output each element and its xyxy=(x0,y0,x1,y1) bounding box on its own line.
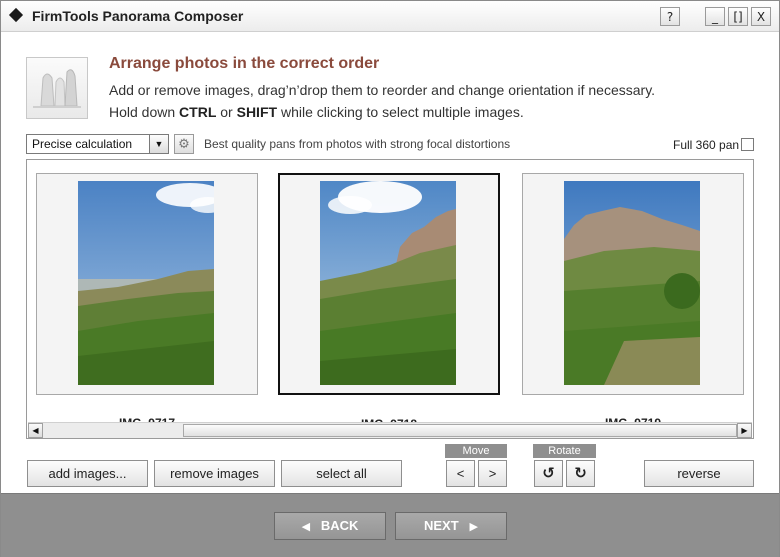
next-label: NEXT xyxy=(424,518,459,533)
photo-image-2[interactable] xyxy=(320,181,456,385)
next-arrow-icon: ▶ xyxy=(469,521,478,533)
instruction-mid: or xyxy=(216,104,237,120)
next-button[interactable]: NEXT ▶ xyxy=(395,512,507,540)
instruction-suffix: while clicking to select multiple images… xyxy=(277,104,524,120)
wizard-footer: ◀ BACK NEXT ▶ xyxy=(1,493,779,557)
add-images-button[interactable]: add images... xyxy=(27,460,148,487)
app-logo-icon xyxy=(8,7,24,23)
calculation-mode-select[interactable]: Precise calculation ▼ xyxy=(26,134,169,154)
close-button[interactable]: X xyxy=(751,7,771,26)
rotate-clockwise-icon: ↻ xyxy=(574,465,587,482)
scroll-right-arrow-icon[interactable]: ▶ xyxy=(737,423,752,438)
window-title: FirmTools Panorama Composer xyxy=(32,8,244,24)
move-right-button[interactable]: > xyxy=(478,460,507,487)
rotate-group-label: Rotate xyxy=(533,444,596,458)
dropdown-arrow-icon[interactable]: ▼ xyxy=(149,135,168,153)
scroll-left-arrow-icon[interactable]: ◀ xyxy=(28,423,43,438)
instruction-line-1: Add or remove images, drag’n’drop them t… xyxy=(109,82,656,98)
step-illustration-icon xyxy=(26,57,88,119)
title-bar[interactable]: FirmTools Panorama Composer ? _ [] X xyxy=(1,1,779,32)
full-360-checkbox[interactable] xyxy=(741,138,754,151)
select-all-button[interactable]: select all xyxy=(281,460,402,487)
full-360-label: Full 360 pan xyxy=(673,138,740,152)
page-title: Arrange photos in the correct order xyxy=(109,55,380,72)
back-arrow-icon: ◀ xyxy=(301,521,311,533)
photo-thumbnail-1[interactable]: IMG_9717 xyxy=(36,173,258,430)
photo-strip-scrollbar[interactable]: ◀ ▶ xyxy=(28,422,752,438)
scrollbar-thumb[interactable] xyxy=(183,424,737,437)
calculation-mode-description: Best quality pans from photos with stron… xyxy=(204,137,511,151)
back-button[interactable]: ◀ BACK xyxy=(274,512,386,540)
move-left-button[interactable]: < xyxy=(446,460,475,487)
ctrl-key-label: CTRL xyxy=(179,104,217,120)
remove-images-button[interactable]: remove images xyxy=(154,460,275,487)
app-window: FirmTools Panorama Composer ? _ [] X Arr… xyxy=(0,0,780,557)
gear-icon: ⚙ xyxy=(178,136,190,151)
photo-image-1[interactable] xyxy=(78,181,214,385)
minimize-button[interactable]: _ xyxy=(705,7,725,26)
rotate-ccw-button[interactable]: ↺ xyxy=(534,460,563,487)
maximize-button[interactable]: [] xyxy=(728,7,748,26)
move-group-label: Move xyxy=(445,444,507,458)
photo-thumbnail-2[interactable]: IMG_9718 xyxy=(278,173,500,431)
help-button[interactable]: ? xyxy=(660,7,680,26)
settings-gear-button[interactable]: ⚙ xyxy=(174,134,194,154)
back-label: BACK xyxy=(320,518,359,533)
instruction-prefix: Hold down xyxy=(109,104,180,120)
shift-key-label: SHIFT xyxy=(236,104,278,120)
photo-strip[interactable]: IMG_9717 xyxy=(26,159,754,439)
photo-thumbnail-3[interactable]: IMG_9719 xyxy=(522,173,744,430)
photo-image-3[interactable] xyxy=(564,181,700,385)
reverse-button[interactable]: reverse xyxy=(644,460,754,487)
calculation-mode-value: Precise calculation xyxy=(32,137,133,151)
instruction-line-2: Hold down CTRL or SHIFT while clicking t… xyxy=(109,104,524,120)
rotate-counterclockwise-icon: ↺ xyxy=(542,465,555,482)
rotate-cw-button[interactable]: ↻ xyxy=(566,460,595,487)
